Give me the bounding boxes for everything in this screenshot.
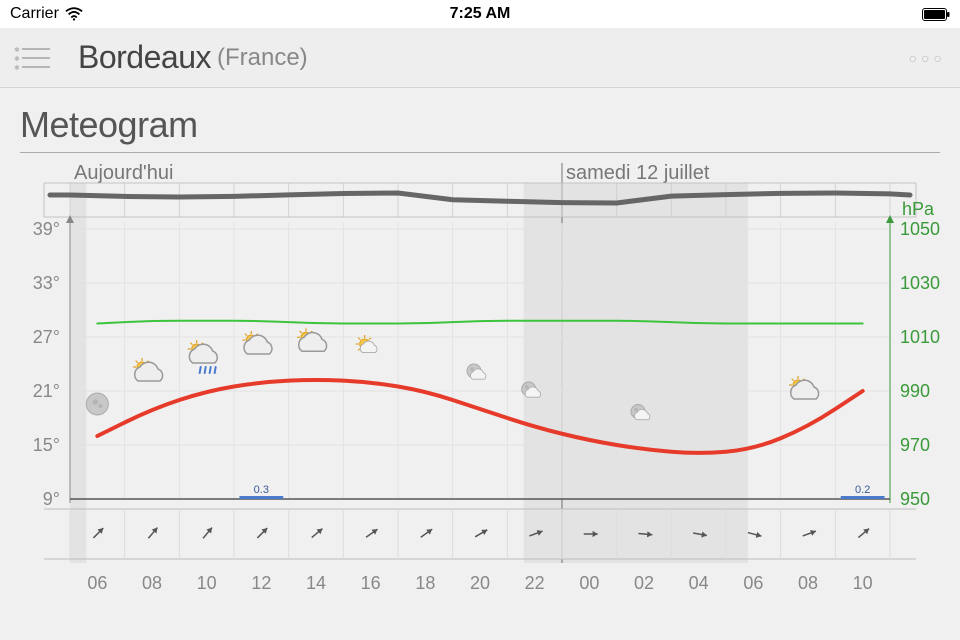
svg-text:08: 08 [798,573,818,593]
svg-text:27°: 27° [33,327,60,347]
svg-text:✱: ✱ [14,55,20,63]
svg-text:Aujourd'hui: Aujourd'hui [74,162,173,184]
svg-text:21°: 21° [33,381,60,401]
title-section: Meteogram [0,88,960,148]
app-header: ✱ ✱ ✱ Bordeaux (France) ○○○ [0,28,960,88]
svg-text:10: 10 [197,573,217,593]
svg-text:hPa: hPa [902,199,935,219]
svg-text:22: 22 [525,573,545,593]
svg-text:39°: 39° [33,219,60,239]
svg-text:samedi 12 juillet: samedi 12 juillet [566,162,710,184]
meteogram-chart[interactable]: Aujourd'hui samedi 12 juillet 9° 15° 21° 27° 3… [20,159,940,629]
svg-text:1050: 1050 [900,219,940,239]
svg-text:06: 06 [743,573,763,593]
svg-text:1010: 1010 [900,327,940,347]
status-left: Carrier [10,5,323,23]
svg-text:✱: ✱ [14,46,20,54]
svg-text:16: 16 [361,573,381,593]
status-right [637,8,950,21]
svg-text:08: 08 [142,573,162,593]
svg-text:950: 950 [900,489,930,509]
page-title: Meteogram [20,104,940,146]
svg-text:12: 12 [251,573,271,593]
svg-text:15°: 15° [33,435,60,455]
carrier-label: Carrier [10,5,59,23]
svg-text:0.2: 0.2 [855,484,870,496]
svg-text:33°: 33° [33,273,60,293]
svg-text:06: 06 [87,573,107,593]
battery-icon [922,8,950,21]
svg-text:20: 20 [470,573,490,593]
svg-text:1030: 1030 [900,273,940,293]
svg-text:18: 18 [415,573,435,593]
svg-text:14: 14 [306,573,326,593]
city-name: Bordeaux [78,39,211,76]
more-icon[interactable]: ○○○ [909,50,946,66]
svg-text:970: 970 [900,435,930,455]
status-time: 7:25 AM [323,5,636,23]
status-bar: Carrier 7:25 AM [0,0,960,28]
title-rule [20,152,940,153]
svg-text:✱: ✱ [14,64,20,71]
svg-text:10: 10 [853,573,873,593]
svg-text:990: 990 [900,381,930,401]
svg-text:02: 02 [634,573,654,593]
svg-text:00: 00 [579,573,599,593]
country-label: (France) [217,44,308,72]
wifi-icon [65,7,83,21]
svg-text:0.3: 0.3 [254,484,269,496]
svg-text:9°: 9° [43,489,60,509]
menu-icon[interactable]: ✱ ✱ ✱ [14,45,50,71]
svg-text:04: 04 [689,573,709,593]
